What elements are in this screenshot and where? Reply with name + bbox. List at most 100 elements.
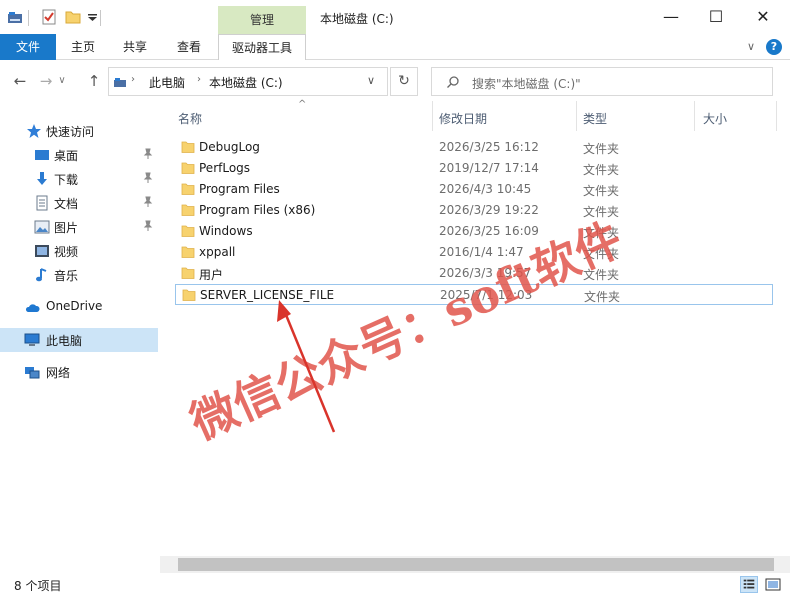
column-header: ^ 名称 修改日期 类型 大小 bbox=[160, 99, 778, 133]
sidebar-item-documents[interactable]: 文档 bbox=[0, 191, 158, 215]
search-placeholder: 搜索"本地磁盘 (C:)" bbox=[472, 77, 581, 91]
sidebar-item-music[interactable]: 音乐 bbox=[0, 263, 158, 287]
column-divider[interactable] bbox=[432, 101, 433, 131]
recent-locations-button[interactable]: ∨ bbox=[56, 71, 68, 91]
file-type: 文件夹 bbox=[583, 163, 620, 177]
folder-icon bbox=[181, 141, 195, 153]
table-row[interactable]: Program Files (x86) 2026/3/29 19:22 文件夹 bbox=[175, 200, 773, 221]
computer-icon bbox=[24, 333, 40, 346]
details-view-icon[interactable] bbox=[740, 576, 758, 593]
sidebar-item-onedrive[interactable]: OneDrive bbox=[0, 295, 158, 319]
close-button[interactable]: ✕ bbox=[740, 0, 786, 34]
column-divider[interactable] bbox=[694, 101, 695, 131]
back-button[interactable]: ← bbox=[10, 71, 30, 91]
search-icon bbox=[447, 76, 459, 88]
tab-manage[interactable]: 管理 bbox=[218, 6, 306, 34]
file-date: 2016/1/4 1:47 bbox=[439, 245, 524, 259]
table-row[interactable]: 用户 2026/3/3 19:57 文件夹 bbox=[175, 263, 773, 284]
column-type[interactable]: 类型 bbox=[583, 110, 607, 127]
sidebar-item-desktop[interactable]: 桌面 bbox=[0, 143, 158, 167]
refresh-button[interactable]: ↻ bbox=[390, 67, 418, 96]
forward-button[interactable]: → bbox=[36, 71, 56, 91]
folder-icon bbox=[181, 204, 195, 216]
file-name: SERVER_LICENSE_FILE bbox=[200, 288, 335, 302]
file-type: 文件夹 bbox=[583, 226, 620, 240]
ribbon-tabs: 文件 主页 共享 查看 驱动器工具 ∨ ? bbox=[0, 34, 790, 60]
folder-icon bbox=[181, 225, 195, 237]
column-name[interactable]: 名称 bbox=[178, 110, 202, 127]
tab-view[interactable]: 查看 bbox=[164, 34, 214, 60]
file-date: 2026/3/25 16:12 bbox=[439, 140, 539, 154]
column-date[interactable]: 修改日期 bbox=[439, 110, 487, 127]
breadcrumb-separator-icon: › bbox=[197, 74, 201, 85]
maximize-button[interactable]: ☐ bbox=[693, 0, 739, 34]
desktop-icon bbox=[35, 150, 49, 160]
file-type: 文件夹 bbox=[583, 268, 620, 282]
sidebar-item-label: 下载 bbox=[54, 173, 79, 187]
file-name: Program Files bbox=[199, 182, 280, 196]
tab-home[interactable]: 主页 bbox=[58, 34, 108, 60]
up-button[interactable]: ↑ bbox=[84, 71, 104, 91]
red-arrow-icon bbox=[282, 309, 336, 433]
minimize-button[interactable]: — bbox=[648, 0, 694, 34]
sidebar-item-label: 文档 bbox=[54, 197, 79, 211]
video-icon bbox=[35, 245, 49, 257]
table-row[interactable]: Program Files 2026/4/3 10:45 文件夹 bbox=[175, 179, 773, 200]
scrollbar-thumb[interactable] bbox=[178, 558, 774, 571]
tab-share[interactable]: 共享 bbox=[110, 34, 160, 60]
help-button[interactable]: ? bbox=[766, 39, 782, 55]
file-name: Program Files (x86) bbox=[199, 203, 316, 217]
star-icon bbox=[27, 124, 41, 138]
sidebar-item-quick-access[interactable]: 快速访问 bbox=[0, 119, 158, 143]
tab-drive-tools[interactable]: 驱动器工具 bbox=[218, 34, 306, 60]
sidebar-item-label: 视频 bbox=[54, 245, 79, 259]
file-name: xppall bbox=[199, 245, 236, 259]
file-type: 文件夹 bbox=[584, 290, 621, 304]
sidebar-item-downloads[interactable]: 下载 bbox=[0, 167, 158, 191]
network-icon bbox=[25, 367, 40, 379]
column-size[interactable]: 大小 bbox=[703, 110, 727, 127]
address-bar[interactable]: › 此电脑 › 本地磁盘 (C:) ∨ bbox=[108, 67, 388, 96]
table-row[interactable]: xppall 2016/1/4 1:47 文件夹 bbox=[175, 242, 773, 263]
sidebar-item-label: 网络 bbox=[46, 366, 71, 380]
file-date: 2025/7/1 12:03 bbox=[440, 288, 533, 302]
address-dropdown-button[interactable]: ∨ bbox=[367, 74, 375, 87]
pin-icon bbox=[143, 148, 153, 159]
sidebar-item-videos[interactable]: 视频 bbox=[0, 239, 158, 263]
file-name: DebugLog bbox=[199, 140, 260, 154]
column-divider[interactable] bbox=[776, 101, 777, 131]
large-icons-view-icon[interactable] bbox=[764, 576, 782, 593]
file-type: 文件夹 bbox=[583, 247, 620, 261]
sidebar-item-pictures[interactable]: 图片 bbox=[0, 215, 158, 239]
sort-indicator-icon: ^ bbox=[298, 99, 307, 110]
pin-icon bbox=[143, 196, 153, 207]
table-row[interactable]: PerfLogs 2019/12/7 17:14 文件夹 bbox=[175, 158, 773, 179]
tab-file[interactable]: 文件 bbox=[0, 34, 56, 60]
horizontal-scrollbar[interactable] bbox=[160, 556, 790, 573]
column-divider[interactable] bbox=[576, 101, 577, 131]
document-icon bbox=[36, 195, 48, 211]
ribbon-collapse-button[interactable]: ∨ bbox=[744, 34, 758, 60]
search-input[interactable]: 搜索"本地磁盘 (C:)" bbox=[431, 67, 773, 96]
table-row[interactable]: Windows 2026/3/25 16:09 文件夹 bbox=[175, 221, 773, 242]
pin-icon bbox=[143, 220, 153, 231]
file-name: PerfLogs bbox=[199, 161, 251, 175]
file-type: 文件夹 bbox=[583, 142, 620, 156]
pictures-icon bbox=[34, 220, 50, 234]
window-title: 本地磁盘 (C:) bbox=[320, 12, 394, 26]
breadcrumb-local-disk[interactable]: 本地磁盘 (C:) bbox=[209, 74, 283, 91]
file-date: 2026/4/3 10:45 bbox=[439, 182, 532, 196]
table-row[interactable]: DebugLog 2026/3/25 16:12 文件夹 bbox=[175, 137, 773, 158]
title-bar: 管理 本地磁盘 (C:) — ☐ ✕ bbox=[0, 0, 790, 34]
file-date: 2026/3/29 19:22 bbox=[439, 203, 539, 217]
sidebar-item-this-pc[interactable]: 此电脑 bbox=[0, 328, 158, 352]
breadcrumb-this-pc[interactable]: 此电脑 bbox=[149, 74, 185, 91]
properties-icon[interactable] bbox=[40, 8, 58, 26]
table-row[interactable]: SERVER_LICENSE_FILE 2025/7/1 12:03 文件夹 bbox=[175, 284, 773, 305]
sidebar-item-network[interactable]: 网络 bbox=[0, 360, 158, 384]
breadcrumb-separator-icon: › bbox=[131, 74, 135, 85]
qa-separator bbox=[28, 10, 29, 26]
cloud-icon bbox=[25, 304, 40, 312]
music-icon bbox=[36, 268, 47, 282]
new-folder-icon[interactable] bbox=[64, 8, 82, 26]
